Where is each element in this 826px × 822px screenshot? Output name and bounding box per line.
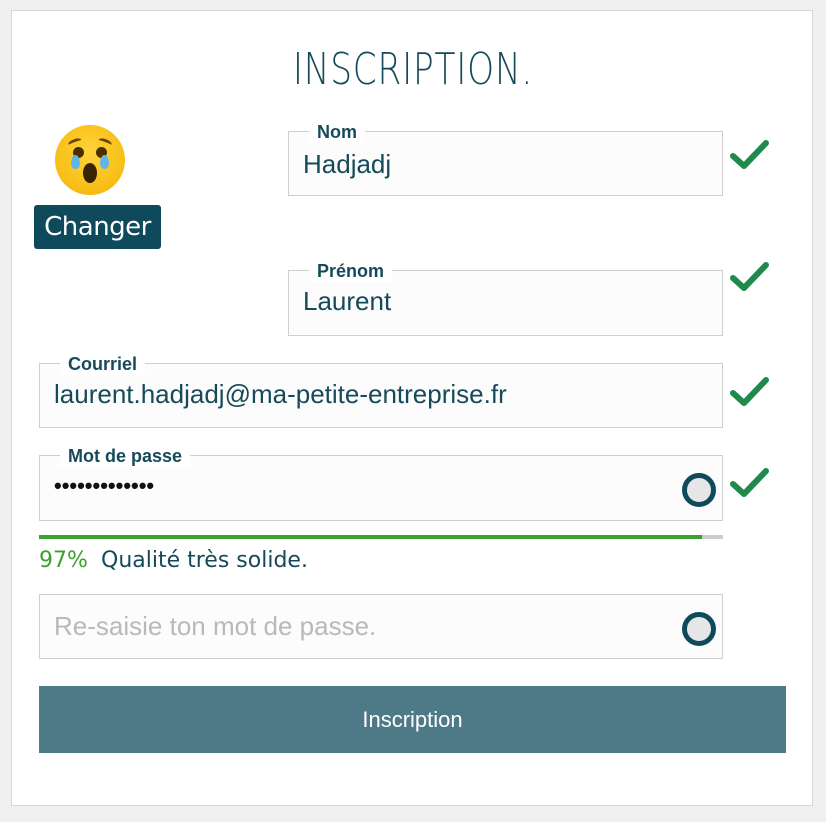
password-input[interactable]: •••••••••••••: [54, 474, 154, 498]
nom-field: Nom: [288, 121, 723, 196]
password-valid-check-icon: [730, 468, 769, 497]
password-strength-bar: [39, 535, 723, 539]
prenom-valid-check-icon: [730, 262, 769, 291]
avatar-tear-right: [100, 155, 109, 169]
password-strength-fill: [39, 535, 703, 539]
courriel-field: Courriel: [39, 353, 723, 428]
nom-valid-check-icon: [730, 140, 769, 169]
password-field: Mot de passe •••••••••••••: [39, 445, 723, 521]
prenom-field: Prénom: [288, 260, 723, 336]
confirm-password-field: [39, 594, 723, 659]
prenom-input[interactable]: [303, 277, 703, 325]
avatar: [55, 125, 125, 195]
password-strength-percent: 97%: [39, 548, 88, 573]
submit-button[interactable]: Inscription: [39, 686, 786, 753]
avatar-tear-left: [71, 155, 80, 169]
nom-input[interactable]: [303, 140, 703, 188]
password-visibility-toggle-icon[interactable]: [682, 473, 716, 507]
courriel-input[interactable]: [54, 370, 704, 418]
change-avatar-button[interactable]: Changer: [34, 205, 161, 249]
password-label: Mot de passe: [60, 445, 191, 467]
password-strength-label: Qualité très solide.: [101, 548, 308, 573]
courriel-valid-check-icon: [730, 377, 769, 406]
avatar-mouth: [83, 163, 97, 183]
confirm-password-input[interactable]: [54, 602, 674, 650]
page-title: INSCRIPTION.: [292, 44, 534, 95]
confirm-visibility-toggle-icon[interactable]: [682, 612, 716, 646]
